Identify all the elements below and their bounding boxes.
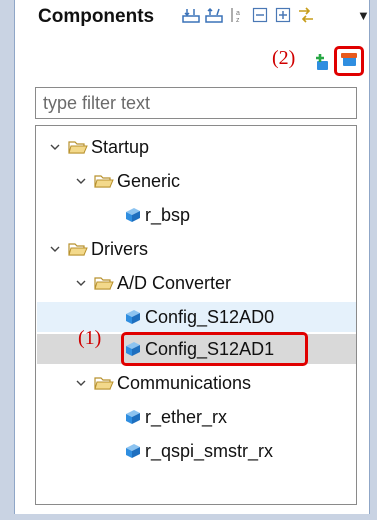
- svg-text:z: z: [236, 17, 240, 23]
- tree-item-r-bsp[interactable]: r_bsp: [124, 200, 190, 230]
- panel-title: Components: [38, 6, 155, 27]
- folder-open-icon: [94, 275, 114, 291]
- folder-open-icon: [94, 173, 114, 189]
- tree-item-r-ether-rx[interactable]: r_ether_rx: [124, 402, 227, 432]
- window-frame-bottom: [0, 514, 377, 520]
- highlight-box: [121, 332, 308, 366]
- remove-component-button[interactable]: [334, 46, 364, 76]
- tree-item-generic[interactable]: Generic: [74, 166, 180, 196]
- tree-item-label: A/D Converter: [117, 272, 232, 293]
- add-component-icon[interactable]: [314, 53, 330, 76]
- folder-open-icon: [94, 375, 114, 391]
- tree-item-label: r_bsp: [145, 204, 191, 225]
- tree-item-label: Config_S12AD0: [145, 306, 275, 327]
- component-icon: [124, 308, 142, 326]
- tree-item-r-qspi-smstr-rx[interactable]: r_qspi_smstr_rx: [124, 436, 273, 466]
- component-icon: [124, 442, 142, 460]
- tree-item-communications[interactable]: Communications: [74, 368, 251, 398]
- chevron-down-icon[interactable]: [74, 177, 88, 185]
- expand-all-icon[interactable]: [204, 5, 224, 25]
- tree-item-label: r_ether_rx: [145, 406, 228, 427]
- collapse-all-icon[interactable]: [181, 5, 201, 25]
- folder-open-icon: [68, 139, 88, 155]
- collapse-icon[interactable]: [250, 5, 270, 25]
- tree-item-label: Communications: [117, 372, 252, 393]
- component-icon: [124, 408, 142, 426]
- annotation-label-2: (2): [272, 47, 296, 69]
- tree-item-label: Startup: [91, 136, 150, 157]
- window-frame-left-line: [14, 0, 15, 520]
- chevron-down-icon[interactable]: [48, 143, 62, 151]
- window-frame-left: [0, 0, 14, 520]
- panel-header: Components az ▼: [15, 0, 370, 38]
- expand-icon[interactable]: [273, 5, 293, 25]
- tree-item-startup[interactable]: Startup: [48, 132, 149, 162]
- annotation-label-1: (1): [78, 327, 102, 349]
- panel-toolbar: az: [181, 5, 316, 25]
- chevron-down-icon[interactable]: [48, 245, 62, 253]
- folder-open-icon: [68, 241, 88, 257]
- remove-component-icon: [340, 51, 358, 72]
- tree-item-ad-converter[interactable]: A/D Converter: [74, 268, 231, 298]
- chevron-down-icon[interactable]: [74, 379, 88, 387]
- tree-item-drivers[interactable]: Drivers: [48, 234, 148, 264]
- view-menu-icon[interactable]: ▼: [357, 8, 370, 23]
- tree-item-label: Drivers: [91, 238, 148, 259]
- svg-text:a: a: [236, 10, 240, 17]
- filter-input[interactable]: type filter text: [35, 87, 357, 119]
- chevron-down-icon[interactable]: [74, 279, 88, 287]
- component-tree[interactable]: Startup Generic r_bsp Drivers A/D Conver…: [35, 125, 357, 505]
- component-icon: [124, 206, 142, 224]
- tree-item-label: Generic: [117, 170, 181, 191]
- sync-icon[interactable]: [296, 5, 316, 25]
- sort-icon[interactable]: az: [227, 5, 247, 25]
- window-frame-right: [370, 0, 377, 520]
- tree-item-label: r_qspi_smstr_rx: [145, 440, 274, 461]
